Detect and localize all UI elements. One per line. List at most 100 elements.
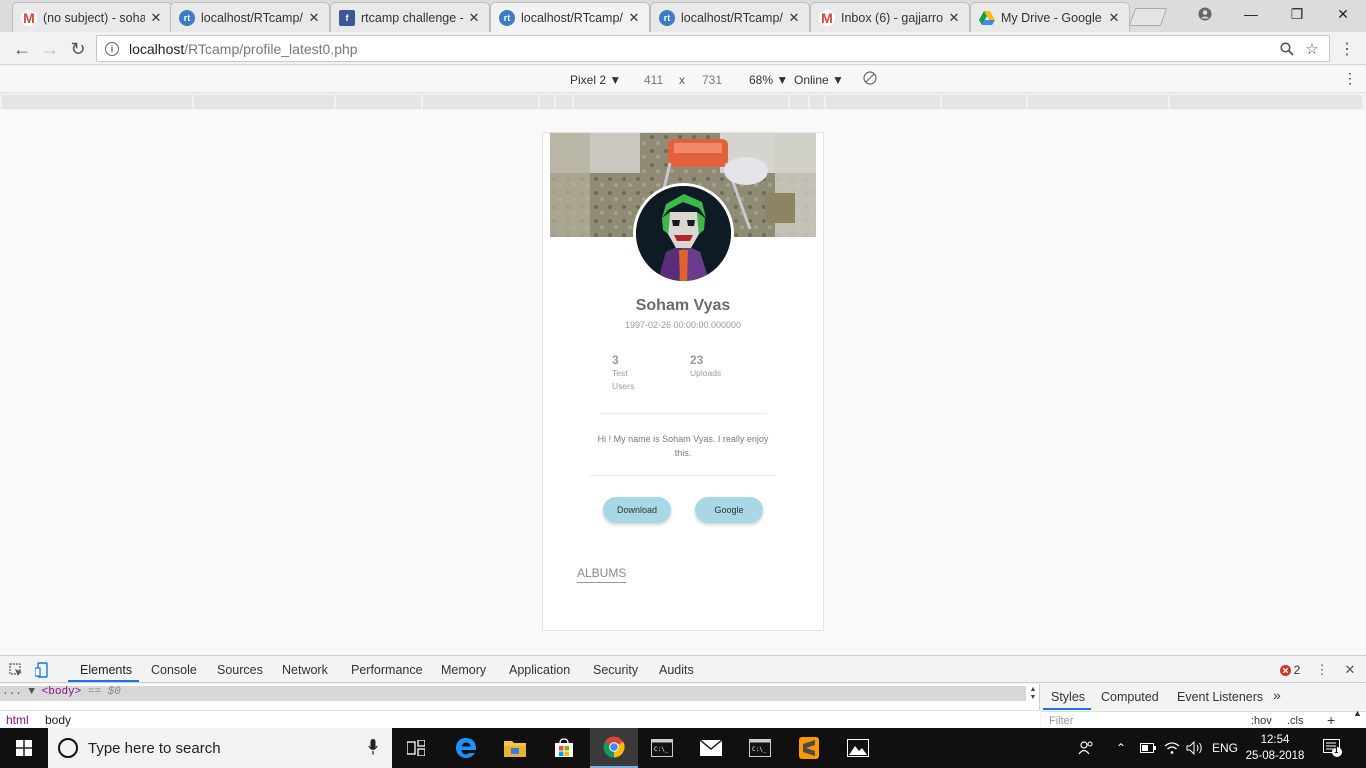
minimize-icon[interactable]: —: [1228, 0, 1274, 28]
cls-toggle[interactable]: .cls: [1287, 715, 1304, 727]
edge-icon[interactable]: [442, 728, 490, 768]
photos-icon[interactable]: [834, 728, 882, 768]
people-icon[interactable]: [1078, 728, 1094, 768]
zoom-select[interactable]: 68% ▼: [749, 73, 788, 87]
height-input[interactable]: 731: [702, 73, 722, 87]
tab-network[interactable]: Network: [282, 663, 328, 677]
tab-styles[interactable]: Styles: [1051, 690, 1085, 704]
breadcrumb-html[interactable]: html: [6, 713, 29, 727]
tab-application[interactable]: Application: [509, 663, 570, 677]
selected-dom-node[interactable]: ... ▼ <body> == $0: [0, 686, 1026, 701]
devtools-menu-icon[interactable]: ⋮: [1312, 660, 1332, 680]
menu-icon[interactable]: ⋮: [1334, 36, 1360, 62]
more-tabs-icon[interactable]: »: [1273, 687, 1281, 703]
tab-console[interactable]: Console: [151, 663, 197, 677]
stat-label: Uploads: [690, 368, 722, 378]
device-viewport: Soham Vyas 1997-02-26 00:00:00.000000 3 …: [0, 110, 1366, 655]
browser-tab-active[interactable]: rt localhost/RTcamp/p ✕: [490, 2, 650, 32]
browser-tab[interactable]: rt localhost/RTcamp/p ✕: [170, 2, 330, 32]
wifi-icon[interactable]: [1164, 728, 1180, 768]
volume-icon[interactable]: [1186, 728, 1204, 768]
tab-audits[interactable]: Audits: [659, 663, 694, 677]
close-icon[interactable]: ✕: [1107, 10, 1121, 26]
tab-sources[interactable]: Sources: [217, 663, 263, 677]
mail-icon[interactable]: [687, 728, 735, 768]
close-icon[interactable]: ✕: [787, 10, 801, 26]
sublime-text-icon[interactable]: [785, 728, 833, 768]
browser-tab[interactable]: M Inbox (6) - gajjarro ✕: [810, 2, 970, 32]
terminal-icon[interactable]: C:\_: [638, 728, 686, 768]
google-button[interactable]: Google: [695, 497, 763, 523]
tab-performance[interactable]: Performance: [351, 663, 423, 677]
add-rule-icon[interactable]: +: [1327, 712, 1335, 728]
address-bar[interactable]: i localhost/RTcamp/profile_latest0.php ☆: [96, 35, 1330, 62]
hov-toggle[interactable]: :hov: [1251, 715, 1272, 727]
profile-icon[interactable]: [1182, 0, 1228, 28]
task-view-icon[interactable]: [392, 728, 440, 768]
tab-memory[interactable]: Memory: [441, 663, 486, 677]
error-icon[interactable]: 2: [1276, 660, 1304, 680]
browser-tab[interactable]: rt localhost/RTcamp/ ✕: [650, 2, 810, 32]
restore-icon[interactable]: ❐: [1274, 0, 1320, 28]
rtcamp-icon: rt: [179, 9, 195, 26]
device-select[interactable]: Pixel 2 ▼: [570, 73, 621, 87]
inspect-icon[interactable]: [6, 660, 26, 680]
scroll-arrows-icon[interactable]: ▲ ▼: [1028, 686, 1038, 702]
styles-filter[interactable]: Filter :hov .cls + ▲: [1041, 708, 1366, 729]
device-menu-icon[interactable]: ⋮: [1343, 70, 1357, 87]
notification-center-icon[interactable]: 1: [1323, 728, 1343, 768]
breadcrumb-body[interactable]: body: [45, 713, 71, 727]
devtools-close-icon[interactable]: ✕: [1340, 660, 1360, 680]
info-icon[interactable]: i: [105, 41, 119, 56]
close-icon[interactable]: ✕: [947, 10, 961, 26]
albums-link[interactable]: ALBUMS: [577, 566, 627, 583]
media-query-bar[interactable]: [2, 95, 1364, 109]
network-select[interactable]: Online ▼: [794, 73, 844, 87]
browser-tab[interactable]: f rtcamp challenge - ✕: [330, 2, 490, 32]
back-icon[interactable]: ←: [9, 36, 35, 62]
width-input[interactable]: 411: [644, 73, 663, 87]
new-tab-button[interactable]: [1128, 8, 1168, 26]
expand-icon[interactable]: ▼: [28, 686, 35, 698]
battery-icon[interactable]: [1140, 728, 1156, 768]
store-icon[interactable]: [540, 728, 588, 768]
devtools-panel: Elements Console Sources Network Perform…: [0, 655, 1366, 729]
forward-icon[interactable]: →: [37, 36, 63, 62]
system-clock[interactable]: 12:54 25-08-2018: [1240, 732, 1310, 764]
browser-tab[interactable]: M (no subject) - soha ✕: [12, 2, 172, 32]
tab-event-listeners[interactable]: Event Listeners: [1177, 690, 1263, 704]
windows-start-icon[interactable]: [0, 728, 48, 768]
stat-uploads: 23 Uploads: [690, 353, 750, 380]
rotate-icon[interactable]: [863, 71, 877, 88]
filter-input[interactable]: Filter: [1049, 715, 1073, 727]
clock-time: 12:54: [1260, 734, 1290, 746]
close-icon[interactable]: ✕: [149, 10, 163, 26]
search-icon[interactable]: [1275, 36, 1299, 61]
download-button[interactable]: Download: [603, 497, 671, 523]
reload-icon[interactable]: ↻: [65, 36, 91, 62]
terminal-icon[interactable]: C:\_: [736, 728, 784, 768]
taskbar-search[interactable]: Type here to search: [48, 728, 392, 768]
tab-computed[interactable]: Computed: [1101, 690, 1159, 704]
tab-elements[interactable]: Elements: [80, 663, 132, 677]
chevron-up-icon[interactable]: ⌃: [1116, 728, 1126, 768]
chrome-icon[interactable]: [590, 728, 638, 768]
microphone-icon[interactable]: [368, 739, 378, 758]
tab-title: (no subject) - soha: [43, 10, 145, 25]
tab-security[interactable]: Security: [593, 663, 638, 677]
close-window-icon[interactable]: ✕: [1320, 0, 1366, 28]
device-toggle-icon[interactable]: [32, 660, 52, 680]
scroll-arrow-icon[interactable]: ▲: [1353, 708, 1362, 718]
rtcamp-icon: rt: [499, 9, 515, 26]
input-language[interactable]: ENG: [1212, 728, 1238, 768]
url-host: localhost: [129, 40, 185, 57]
close-icon[interactable]: ✕: [467, 10, 481, 26]
file-explorer-icon[interactable]: [491, 728, 539, 768]
star-icon[interactable]: ☆: [1300, 36, 1324, 61]
error-count: 2: [1293, 663, 1301, 677]
close-icon[interactable]: ✕: [627, 10, 641, 26]
url-path: /RTcamp/profile_latest0.php: [184, 40, 358, 57]
close-icon[interactable]: ✕: [307, 10, 321, 26]
stat-number: 23: [690, 353, 704, 367]
browser-tab[interactable]: My Drive - Google ✕: [970, 2, 1130, 32]
